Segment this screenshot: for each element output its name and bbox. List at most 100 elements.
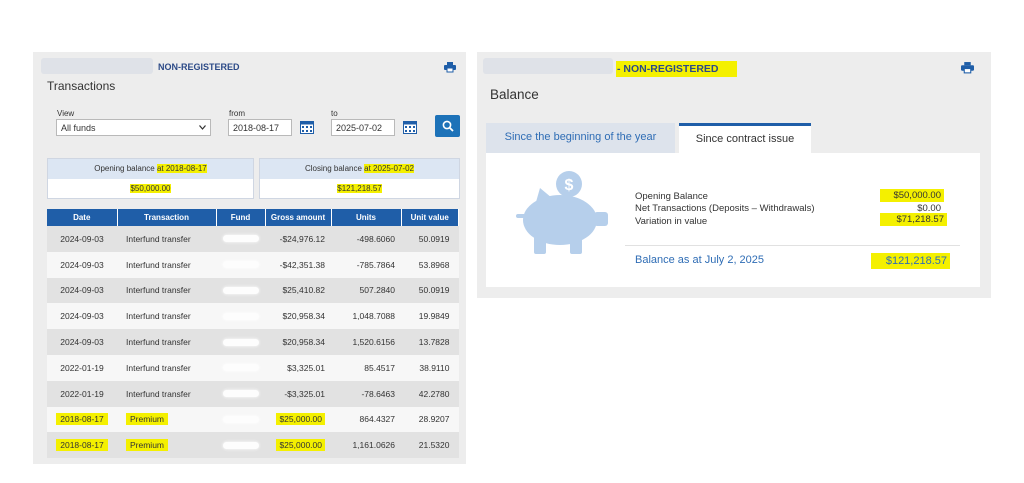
- cell-gross-amount: $20,958.34: [265, 329, 331, 355]
- column-header-fund[interactable]: Fund: [216, 209, 266, 226]
- column-header-unit-value[interactable]: Unit value: [401, 209, 459, 226]
- column-header-gross-amount[interactable]: Gross amount: [265, 209, 332, 226]
- column-header-transaction[interactable]: Transaction: [117, 209, 217, 226]
- fund-select[interactable]: All funds: [56, 119, 211, 136]
- from-label: from: [229, 109, 245, 118]
- closing-balance-date: at 2025-07-02: [364, 164, 414, 173]
- opening-balance-label: Opening balance: [94, 164, 157, 173]
- cell-fund: [216, 432, 265, 459]
- to-date-input[interactable]: 2025-07-02: [331, 119, 395, 136]
- cell-units: 507.2840: [331, 277, 401, 304]
- gross-amount-text: -$3,325.01: [284, 388, 325, 399]
- table-row: 2024-09-03 Interfund transfer $20,958.34 1,…: [47, 303, 459, 330]
- cell-unit-value: 13.7828: [401, 329, 459, 355]
- cell-date: 2018-08-17: [47, 406, 117, 433]
- fund-redacted: [222, 338, 259, 346]
- cell-fund: [216, 251, 265, 278]
- calendar-icon[interactable]: [300, 120, 314, 139]
- cell-transaction: Interfund transfer: [117, 329, 216, 355]
- cell-date: 2022-01-19: [47, 380, 117, 407]
- cell-gross-amount: -$42,351.38: [265, 251, 331, 278]
- gross-amount-text: $20,958.34: [282, 337, 325, 348]
- fund-redacted: [222, 441, 259, 449]
- print-icon[interactable]: [961, 61, 974, 79]
- gross-amount-text: $25,000.00: [276, 439, 325, 452]
- date-text: 2024-09-03: [60, 337, 104, 348]
- account-type-text: - NON-REGISTERED: [617, 63, 719, 75]
- fund-redacted: [222, 390, 259, 398]
- closing-balance-box: Closing balance at 2025-07-02 $121,218.5…: [259, 158, 460, 199]
- date-text: 2022-01-19: [60, 362, 104, 373]
- search-button[interactable]: [435, 115, 460, 137]
- transaction-text: Interfund transfer: [126, 285, 191, 296]
- date-text: 2024-09-03: [60, 259, 104, 270]
- date-text: 2024-09-03: [60, 311, 104, 322]
- cell-fund: [216, 226, 265, 252]
- cell-fund: [216, 303, 265, 330]
- cell-transaction: Interfund transfer: [117, 380, 216, 407]
- fund-redacted: [222, 235, 259, 243]
- date-text: 2022-01-19: [60, 388, 104, 399]
- column-header-units[interactable]: Units: [331, 209, 402, 226]
- cell-units: -785.7864: [331, 251, 401, 278]
- gross-amount-text: $25,410.82: [282, 285, 325, 296]
- closing-balance-label: Closing balance: [305, 164, 365, 173]
- cell-fund: [216, 354, 265, 381]
- gross-amount-text: -$24,976.12: [279, 233, 325, 244]
- cell-unit-value: 50.0919: [401, 277, 459, 304]
- cell-date: 2022-01-19: [47, 354, 117, 381]
- account-name-redacted: [41, 58, 153, 74]
- transaction-text: Interfund transfer: [126, 388, 191, 399]
- table-row: 2018-08-17 Premium $25,000.00 864.4327 28.92…: [47, 406, 459, 433]
- table-row: 2022-01-19 Interfund transfer $3,325.01 85.…: [47, 354, 459, 381]
- cell-date: 2018-08-17: [47, 432, 117, 459]
- cell-units: 864.4327: [331, 406, 401, 433]
- cell-gross-amount: $3,325.01: [265, 354, 331, 381]
- date-text: 2018-08-17: [56, 439, 108, 452]
- transaction-text: Interfund transfer: [126, 311, 191, 322]
- svg-text:$: $: [565, 177, 574, 194]
- cell-units: -78.6463: [331, 380, 401, 407]
- variation-in-value-value: $71,218.57: [880, 213, 947, 226]
- transaction-text: Interfund transfer: [126, 337, 191, 348]
- fund-redacted: [222, 312, 259, 320]
- transaction-text: Premium: [126, 439, 169, 452]
- table-header-row: Date Transaction Fund Gross amount Units…: [47, 209, 459, 226]
- cell-transaction: Premium: [117, 432, 216, 459]
- tab-label: Since the beginning of the year: [504, 131, 657, 143]
- cell-transaction: Interfund transfer: [117, 277, 216, 304]
- cell-units: 1,161.0626: [331, 432, 401, 459]
- cell-units: 1,520.6156: [331, 329, 401, 355]
- cell-gross-amount: $25,000.00: [265, 432, 331, 459]
- to-label: to: [331, 109, 338, 118]
- cell-transaction: Premium: [117, 406, 216, 433]
- tab-since-contract-issue[interactable]: Since contract issue: [679, 123, 811, 154]
- cell-units: -498.6060: [331, 226, 401, 252]
- from-date-input[interactable]: 2018-08-17: [228, 119, 292, 136]
- fund-redacted: [222, 415, 259, 423]
- table-row: 2024-09-03 Interfund transfer -$24,976.12-…: [47, 226, 459, 252]
- transaction-text: Interfund transfer: [126, 259, 191, 270]
- column-header-date[interactable]: Date: [47, 209, 118, 226]
- cell-fund: [216, 380, 265, 407]
- account-type-label: - NON-REGISTERED: [616, 61, 737, 77]
- table-row: 2024-09-03 Interfund transfer $20,958.34 1,…: [47, 329, 459, 355]
- search-icon: [442, 120, 454, 132]
- cell-date: 2024-09-03: [47, 303, 117, 330]
- cell-units: 85.4517: [331, 354, 401, 381]
- account-name-redacted: [483, 58, 613, 74]
- cell-unit-value: 19.9849: [401, 303, 459, 330]
- calendar-icon[interactable]: [403, 120, 417, 139]
- fund-select-value: All funds: [61, 123, 96, 133]
- opening-balance-label: Opening Balance: [635, 191, 708, 202]
- gross-amount-text: $20,958.34: [282, 311, 325, 322]
- gross-amount-text: $3,325.01: [287, 362, 325, 373]
- tab-since-beginning-of-year[interactable]: Since the beginning of the year: [486, 123, 675, 153]
- account-type-label: NON-REGISTERED: [158, 62, 240, 72]
- cell-unit-value: 38.9110: [401, 354, 459, 381]
- print-icon[interactable]: [444, 60, 456, 78]
- table-row: 2024-09-03 Interfund transfer $25,410.82 50…: [47, 277, 459, 304]
- variation-in-value-label: Variation in value: [635, 216, 708, 227]
- transactions-table: Date Transaction Fund Gross amount Units…: [47, 209, 459, 459]
- cell-gross-amount: $25,000.00: [265, 406, 331, 433]
